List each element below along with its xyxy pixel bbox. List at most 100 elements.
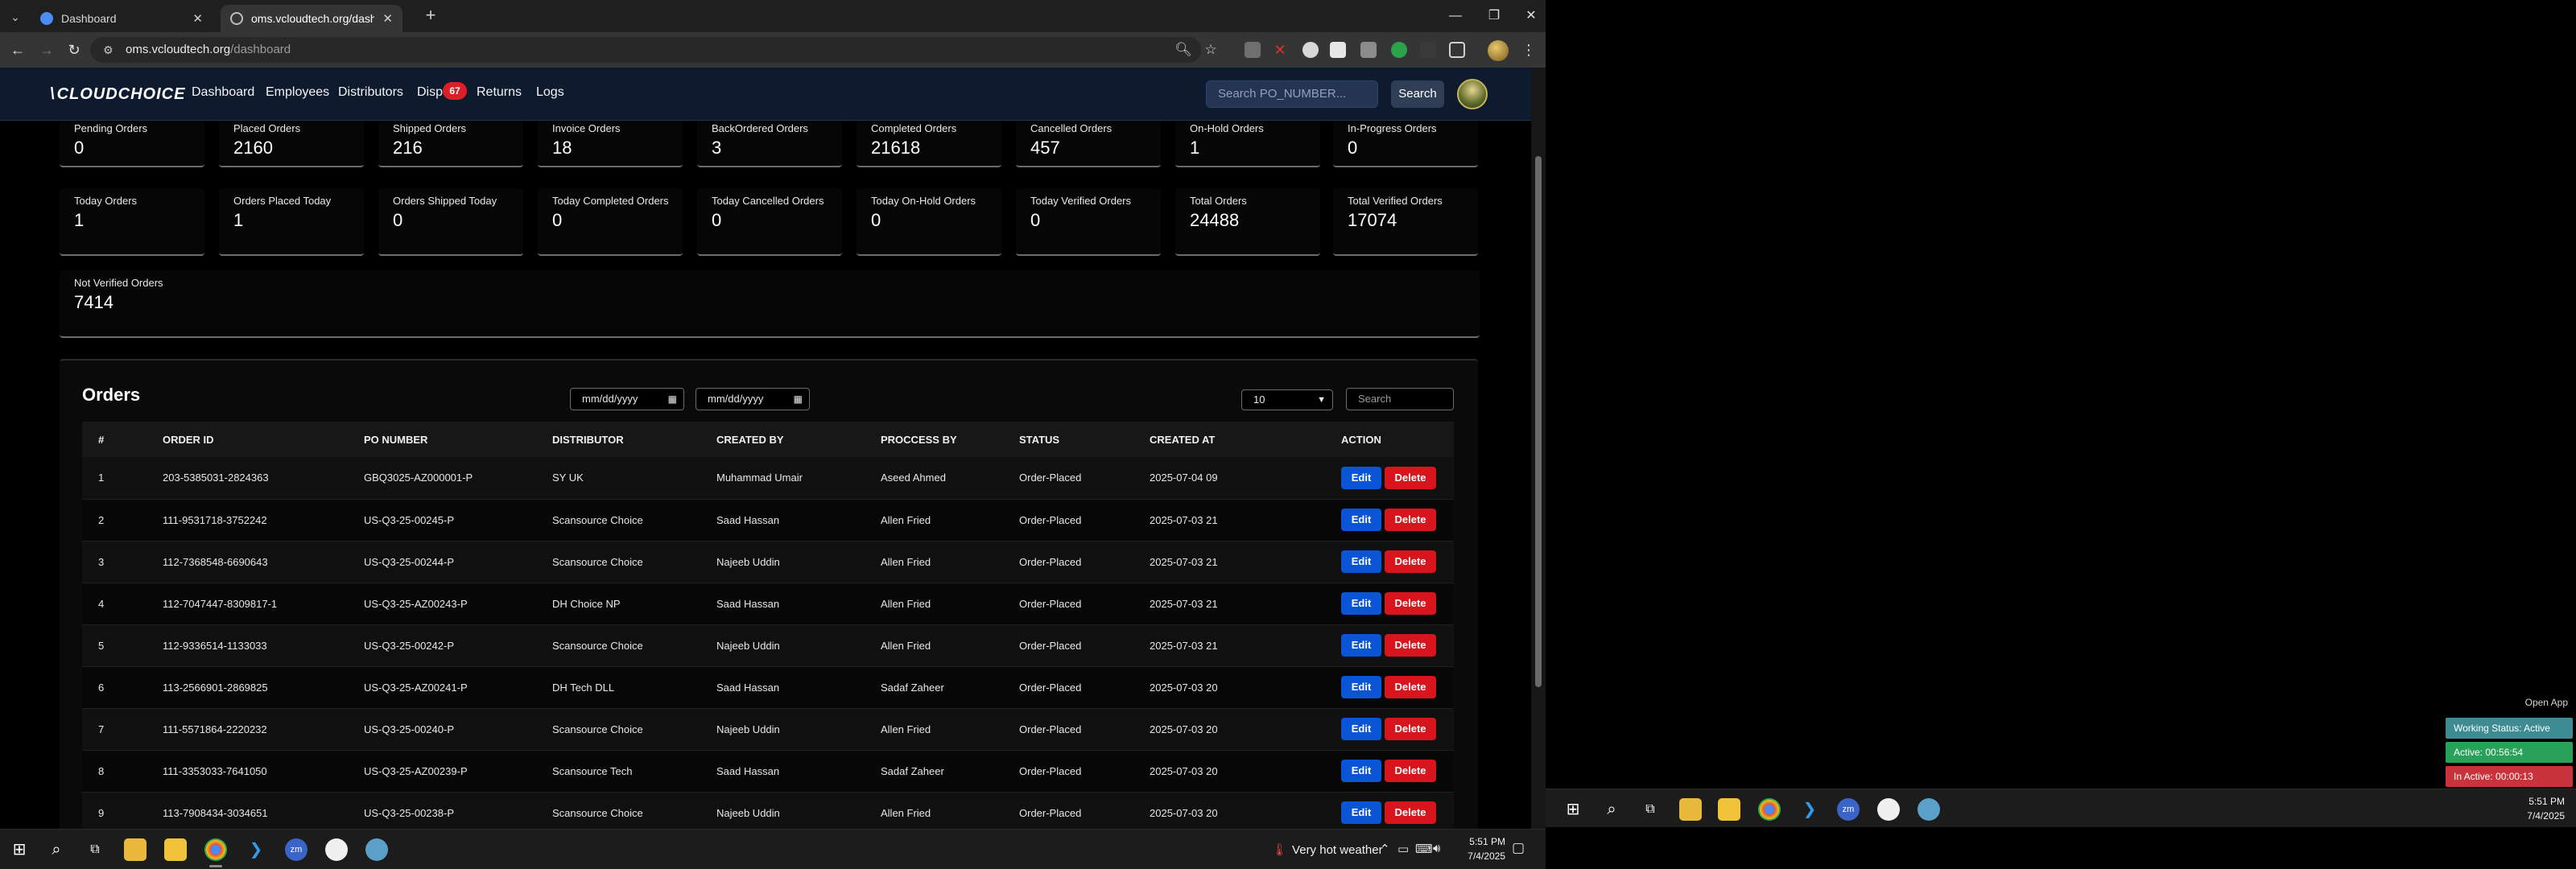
delete-button[interactable]: Delete [1385,466,1436,489]
reload-icon[interactable]: ↻ [63,39,85,61]
stat-card-placed[interactable]: Placed Orders 2160 [219,121,364,167]
edit-button[interactable]: Edit [1341,801,1381,824]
calendar-app-icon[interactable] [1718,798,1740,821]
vscode-icon[interactable]: ❯ [245,838,267,861]
tab-search-icon[interactable]: ⌄ [5,6,26,27]
app-icon[interactable] [325,838,348,861]
bookmark-star-icon[interactable]: ☆ [1199,39,1222,61]
search-button[interactable]: Search [1391,80,1444,108]
stat-card-today-onhold[interactable]: Today On-Hold Orders 0 [857,188,1001,256]
stat-card-shipped-today[interactable]: Orders Shipped Today 0 [378,188,523,256]
restore-icon[interactable]: ❐ [1475,0,1513,32]
stat-card-completed[interactable]: Completed Orders 21618 [857,121,1001,167]
site-info-icon[interactable]: ⚙ [103,37,114,63]
extension-icon[interactable] [1302,42,1319,58]
nav-logs[interactable]: Logs [536,85,564,100]
page-size-select[interactable]: 10 ▼ [1241,389,1333,410]
new-tab-icon[interactable]: + [420,6,441,27]
close-icon[interactable]: ✕ [192,11,203,26]
delete-button[interactable]: Delete [1385,592,1436,615]
browser-menu-icon[interactable]: ⋮ [1521,39,1536,61]
extensions-puzzle-icon[interactable] [1449,42,1465,58]
chrome-icon[interactable] [204,838,227,861]
calendar-icon[interactable]: ▦ [794,389,803,410]
user-avatar[interactable] [1457,79,1488,109]
weather-widget[interactable]: 🌡︎ Very hot weather [1272,842,1383,857]
windows-start-icon[interactable]: ⊞ [1562,798,1584,821]
stat-card-total-verified[interactable]: Total Verified Orders 17074 [1333,188,1478,256]
profile-avatar[interactable] [1488,40,1509,61]
edit-button[interactable]: Edit [1341,634,1381,657]
battery-icon[interactable]: ▭ [1397,842,1409,856]
app-icon[interactable] [1877,798,1900,821]
stat-card-today-orders[interactable]: Today Orders 1 [60,188,204,256]
delete-button[interactable]: Delete [1385,509,1436,531]
delete-button[interactable]: Delete [1385,801,1436,824]
extension-icon[interactable] [1420,42,1436,58]
stat-card-not-verified[interactable]: Not Verified Orders 7414 [60,270,1480,338]
edit-button[interactable]: Edit [1341,592,1381,615]
task-view-icon[interactable]: ⧉ [84,838,106,861]
address-bar[interactable]: ⚙ oms.vcloudtech.org/dashboard [90,37,1201,63]
browser-tab-dashboard[interactable]: Dashboard ✕ [31,5,213,32]
chrome-icon[interactable] [1758,798,1781,821]
nav-returns[interactable]: Returns [477,85,522,100]
stat-card-today-completed[interactable]: Today Completed Orders 0 [538,188,683,256]
task-view-icon[interactable]: ⧉ [1639,798,1662,821]
stat-card-onhold[interactable]: On-Hold Orders 1 [1175,121,1320,167]
po-search-input[interactable]: Search PO_NUMBER... [1206,80,1378,108]
app-logo[interactable]: \ CLOUDCHOICE [50,85,185,104]
page-scrollbar[interactable] [1531,68,1546,829]
tracker-app-icon[interactable] [1918,798,1940,821]
zoom-app-icon[interactable]: zm [285,838,308,861]
edit-button[interactable]: Edit [1341,466,1381,489]
edit-button[interactable]: Edit [1341,760,1381,782]
delete-button[interactable]: Delete [1385,718,1436,740]
network-icon[interactable]: ⌨ [1415,842,1433,856]
minimize-icon[interactable]: — [1436,0,1475,32]
scrollbar-thumb[interactable] [1535,156,1542,687]
calendar-app-icon[interactable] [164,838,187,861]
stat-card-today-verified[interactable]: Today Verified Orders 0 [1016,188,1161,256]
extension-pd-icon[interactable] [1330,42,1346,58]
edit-button[interactable]: Edit [1341,676,1381,698]
tracker-app-icon[interactable] [365,838,388,861]
date-to-input[interactable]: mm/dd/yyyy ▦ [696,388,810,410]
date-from-input[interactable]: mm/dd/yyyy ▦ [570,388,684,410]
edit-button[interactable]: Edit [1341,718,1381,740]
notifications-icon[interactable]: ▢ [1512,840,1525,856]
open-app-link[interactable]: Open App [2525,697,2568,708]
stat-card-pending[interactable]: Pending Orders 0 [60,121,204,167]
stat-card-today-cancelled[interactable]: Today Cancelled Orders 0 [697,188,842,256]
stat-card-inprogress[interactable]: In-Progress Orders 0 [1333,121,1478,167]
extension-shield-icon[interactable] [1391,42,1407,58]
extension-icon[interactable] [1245,42,1261,58]
delete-button[interactable]: Delete [1385,634,1436,657]
window-close-icon[interactable]: ✕ [1512,0,1546,32]
zoom-app-icon[interactable]: zm [1837,798,1860,821]
stat-card-shipped[interactable]: Shipped Orders 216 [378,121,523,167]
nav-distributors[interactable]: Distributors [338,85,403,100]
stat-card-placed-today[interactable]: Orders Placed Today 1 [219,188,364,256]
extension-x-icon[interactable]: ✕ [1272,42,1288,58]
edit-button[interactable]: Edit [1341,550,1381,573]
nav-employees[interactable]: Employees [266,85,329,100]
delete-button[interactable]: Delete [1385,676,1436,698]
stat-card-total-orders[interactable]: Total Orders 24488 [1175,188,1320,256]
stat-card-backordered[interactable]: BackOrdered Orders 3 [697,121,842,167]
forward-icon[interactable]: → [35,39,58,61]
taskbar-clock[interactable]: 5:51 PM 7/4/2025 [2508,794,2565,823]
back-icon[interactable]: ← [6,39,29,61]
calendar-icon[interactable]: ▦ [668,389,677,410]
taskbar-clock[interactable]: 5:51 PM 7/4/2025 [1449,834,1505,863]
edit-button[interactable]: Edit [1341,509,1381,531]
extension-icon[interactable] [1360,42,1377,58]
stat-card-invoice[interactable]: Invoice Orders 18 [538,121,683,167]
chevron-up-icon[interactable]: ⌃ [1380,842,1390,856]
browser-tab-oms[interactable]: oms.vcloudtech.org/dashboard ✕ [221,5,402,32]
vscode-icon[interactable]: ❯ [1798,798,1821,821]
search-icon[interactable]: ⌕ [1600,798,1623,821]
delete-button[interactable]: Delete [1385,550,1436,573]
search-icon[interactable]: ⌕ [45,838,68,861]
windows-start-icon[interactable]: ⊞ [8,838,31,861]
